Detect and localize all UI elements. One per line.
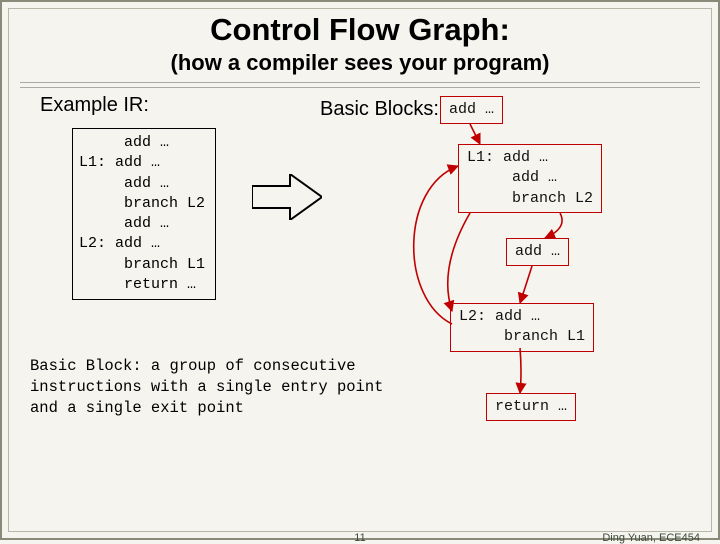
- basic-block-definition: Basic Block: a group of consecutive inst…: [30, 356, 370, 419]
- slide-subtitle: (how a compiler sees your program): [2, 50, 718, 76]
- ir-code-box: add … L1: add … add … branch L2 add … L2…: [72, 128, 216, 300]
- cfg-node-return: return …: [486, 393, 576, 421]
- basic-blocks-heading: Basic Blocks:: [320, 98, 439, 121]
- arrow-icon: [252, 174, 322, 220]
- example-ir-heading: Example IR:: [40, 94, 149, 117]
- cfg-node-mid: add …: [506, 238, 569, 266]
- slide-body: Example IR: Basic Blocks: add … L1: add …: [20, 88, 700, 488]
- slide-title: Control Flow Graph:: [2, 12, 718, 48]
- cfg-node-l1: L1: add … add … branch L2: [458, 144, 602, 213]
- cfg-node-entry: add …: [440, 96, 503, 124]
- credit: Ding Yuan, ECE454: [602, 532, 700, 544]
- cfg-node-l2: L2: add … branch L1: [450, 303, 594, 352]
- definition-term: Basic Block:: [30, 357, 142, 375]
- page-number: 11: [354, 532, 365, 544]
